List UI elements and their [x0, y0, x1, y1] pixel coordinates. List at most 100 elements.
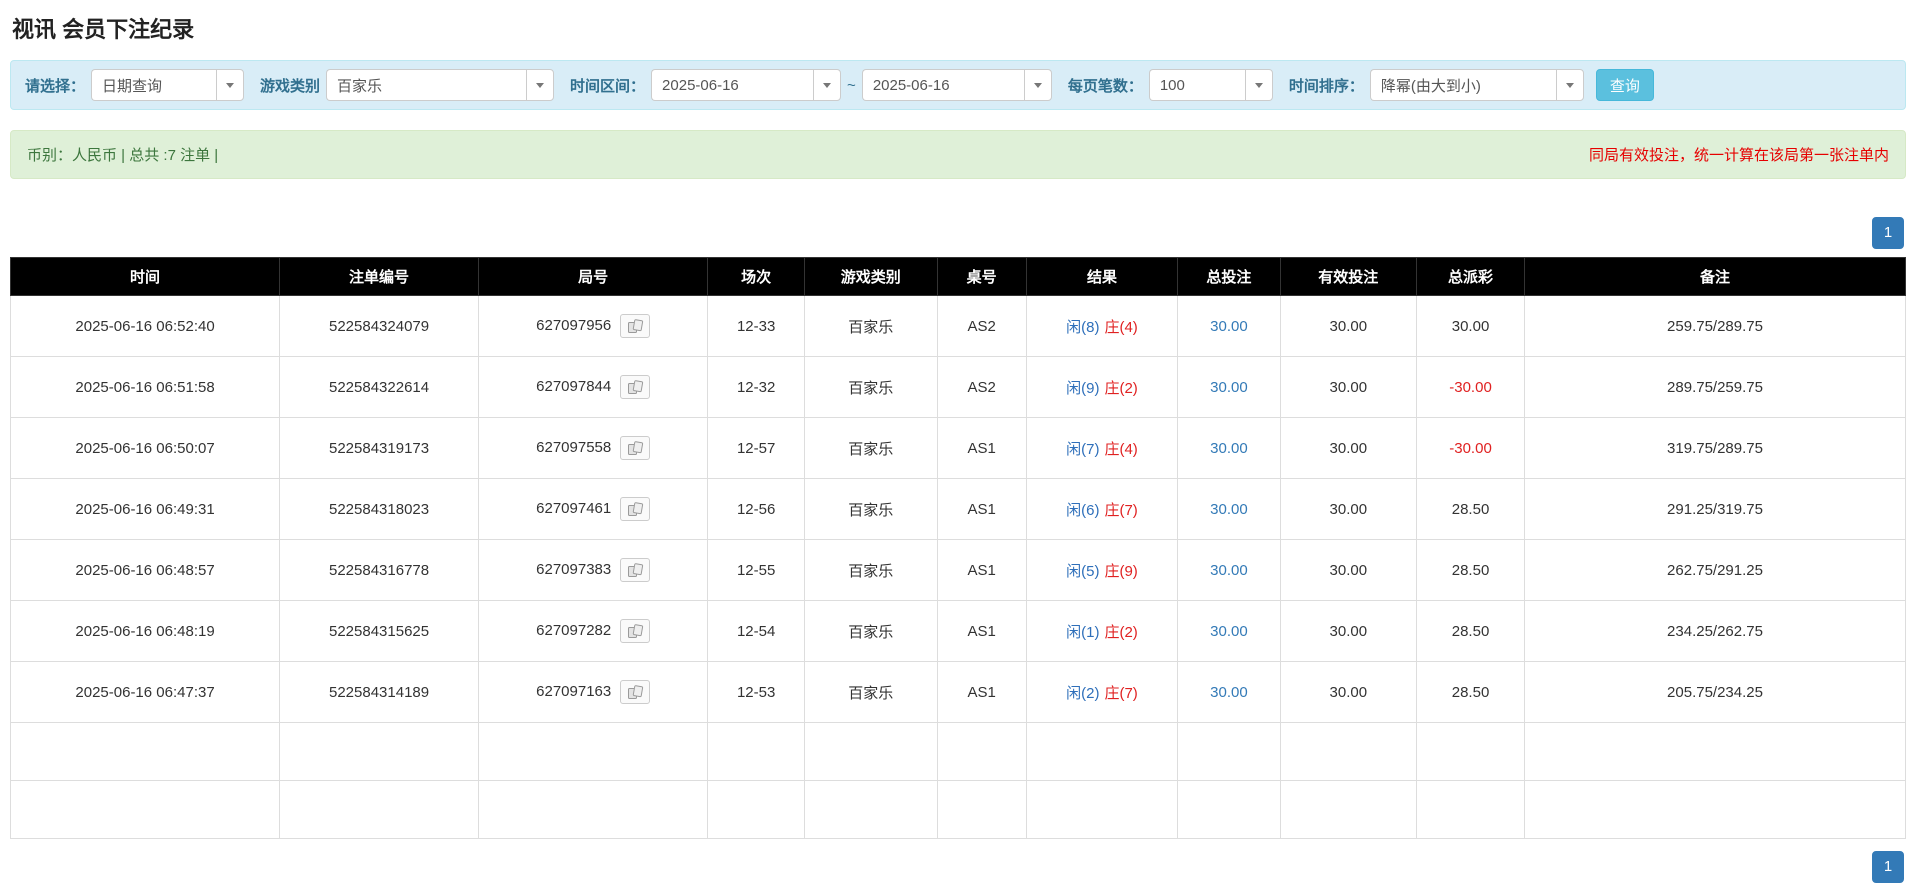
- view-cards-button[interactable]: [620, 436, 651, 460]
- cell-bet-id: 522584324079: [279, 295, 480, 357]
- cell-round-id: 627097383: [478, 539, 709, 601]
- cell-table-no: AS1: [936, 417, 1027, 479]
- valid-bet: 30.00: [1329, 683, 1368, 701]
- table-row: 2025-06-16 06:47:37 522584314189 6270971…: [9, 661, 1906, 723]
- column-header-bet-id: 注单编号: [279, 257, 480, 296]
- total-count: 7: [279, 780, 480, 839]
- table-no: AS1: [967, 439, 996, 457]
- cell-total-bet: 30.00: [1177, 600, 1281, 662]
- cell-result: 闲(1) 庄(2): [1025, 600, 1179, 662]
- table-row: 2025-06-16 06:51:58 522584322614 6270978…: [9, 356, 1906, 418]
- cell-table-no: AS2: [936, 295, 1027, 357]
- cell-remark: 234.25/262.75: [1524, 600, 1906, 662]
- total-total-bet: 210.00: [1177, 780, 1281, 839]
- cell-total-bet: 30.00: [1177, 661, 1281, 723]
- total-bet-link[interactable]: 30.00: [1210, 501, 1248, 518]
- column-header-game-type: 游戏类别: [803, 257, 938, 296]
- bet-time: 2025-06-16 06:48:19: [75, 622, 215, 640]
- date-to-input[interactable]: [861, 69, 1024, 101]
- table-row: 2025-06-16 06:50:07 522584319173 6270975…: [9, 417, 1906, 479]
- cell-result: 闲(9) 庄(2): [1025, 356, 1179, 418]
- view-cards-button[interactable]: [620, 619, 651, 643]
- cell-result: 闲(2) 庄(7): [1025, 661, 1179, 723]
- page-title: 视讯 会员下注纪录: [12, 17, 195, 42]
- query-type-dropdown-button[interactable]: [216, 69, 245, 101]
- view-cards-button[interactable]: [620, 375, 651, 399]
- view-cards-button[interactable]: [620, 558, 651, 582]
- session-no: 12-57: [736, 439, 776, 457]
- caret-down-icon: [823, 82, 832, 88]
- page-1-button[interactable]: 1: [1872, 851, 1904, 883]
- cell-bet-id: 522584319173: [279, 417, 480, 479]
- subtotal-count: 7: [279, 722, 480, 781]
- cell-result: 闲(8) 庄(4): [1025, 295, 1179, 357]
- round-id: 627097558: [536, 438, 612, 456]
- subtotal-payout: 84.00: [1416, 722, 1526, 781]
- total-bet-link[interactable]: 30.00: [1210, 318, 1248, 335]
- total-bet-link[interactable]: 30.00: [1210, 684, 1248, 701]
- cell-payout: 30.00: [1416, 295, 1526, 357]
- table-row: 2025-06-16 06:52:40 522584324079 6270979…: [9, 295, 1906, 357]
- sort-order-combo: [1369, 69, 1584, 101]
- select-label: 请选择：: [25, 77, 86, 95]
- search-button[interactable]: 查询: [1595, 69, 1654, 101]
- total-label: 总计: [9, 780, 281, 839]
- remark-value: 234.25/262.75: [1667, 622, 1763, 640]
- game-type-input[interactable]: [326, 69, 527, 101]
- cell-payout: -30.00: [1416, 356, 1526, 418]
- date-to-dropdown-button[interactable]: [1023, 69, 1052, 101]
- cell-round-id: 627097558: [478, 417, 709, 479]
- table-no: AS1: [967, 500, 996, 518]
- cell-total-bet: 30.00: [1177, 478, 1281, 540]
- remark-value: 262.75/291.25: [1667, 561, 1763, 579]
- game-type: 百家乐: [848, 501, 894, 519]
- session-no: 12-32: [736, 378, 776, 396]
- cell-round-id: 627097956: [478, 295, 709, 357]
- sort-order-input[interactable]: [1369, 69, 1556, 101]
- payout-value: 28.50: [1451, 622, 1490, 640]
- page-1-button[interactable]: 1: [1872, 217, 1904, 249]
- view-cards-button[interactable]: [620, 314, 651, 338]
- subtotal-row: 小计 7 210.00 210.00 84.00: [9, 722, 1906, 781]
- sort-order-label: 时间排序：: [1288, 77, 1364, 95]
- view-cards-button[interactable]: [620, 680, 651, 704]
- session-no: 12-56: [736, 500, 776, 518]
- column-header-payout: 总派彩: [1416, 257, 1526, 296]
- sort-order-dropdown-button[interactable]: [1555, 69, 1584, 101]
- table-no: AS1: [967, 561, 996, 579]
- cell-table-no: AS1: [936, 600, 1027, 662]
- result-banker: 庄(7): [1104, 501, 1138, 519]
- cell-time: 2025-06-16 06:47:37: [9, 661, 281, 723]
- table-row: 2025-06-16 06:48:57 522584316778 6270973…: [9, 539, 1906, 601]
- result-banker: 庄(4): [1104, 440, 1138, 458]
- date-from-dropdown-button[interactable]: [813, 69, 842, 101]
- view-cards-button[interactable]: [620, 497, 651, 521]
- game-type-dropdown-button[interactable]: [526, 69, 555, 101]
- query-type-input[interactable]: [91, 69, 217, 101]
- cell-session: 12-57: [707, 417, 805, 479]
- total-bet-link[interactable]: 30.00: [1210, 623, 1248, 640]
- cell-game-type: 百家乐: [803, 295, 938, 357]
- page-size-input[interactable]: [1148, 69, 1245, 101]
- total-bet-link[interactable]: 30.00: [1210, 440, 1248, 457]
- total-bet-link[interactable]: 30.00: [1210, 562, 1248, 579]
- date-range-label: 时间区间：: [570, 77, 646, 95]
- cell-game-type: 百家乐: [803, 356, 938, 418]
- session-no: 12-54: [736, 622, 776, 640]
- cell-valid-bet: 30.00: [1279, 417, 1418, 479]
- session-no: 12-55: [736, 561, 776, 579]
- valid-bet: 30.00: [1329, 378, 1368, 396]
- cell-total-bet: 30.00: [1177, 539, 1281, 601]
- table-body: 2025-06-16 06:52:40 522584324079 6270979…: [9, 295, 1906, 723]
- round-id: 627097383: [536, 560, 612, 578]
- bet-id: 522584314189: [329, 683, 430, 701]
- column-header-remark: 备注: [1524, 257, 1906, 296]
- total-payout: 84.00: [1416, 780, 1526, 839]
- page-size-dropdown-button[interactable]: [1244, 69, 1273, 101]
- query-type-combo: [91, 69, 245, 101]
- total-bet-link[interactable]: 30.00: [1210, 379, 1248, 396]
- date-from-input[interactable]: [651, 69, 814, 101]
- pagination-bottom: 1: [10, 851, 1904, 883]
- subtotal-total-bet: 210.00: [1177, 722, 1281, 781]
- table-no: AS1: [967, 683, 996, 701]
